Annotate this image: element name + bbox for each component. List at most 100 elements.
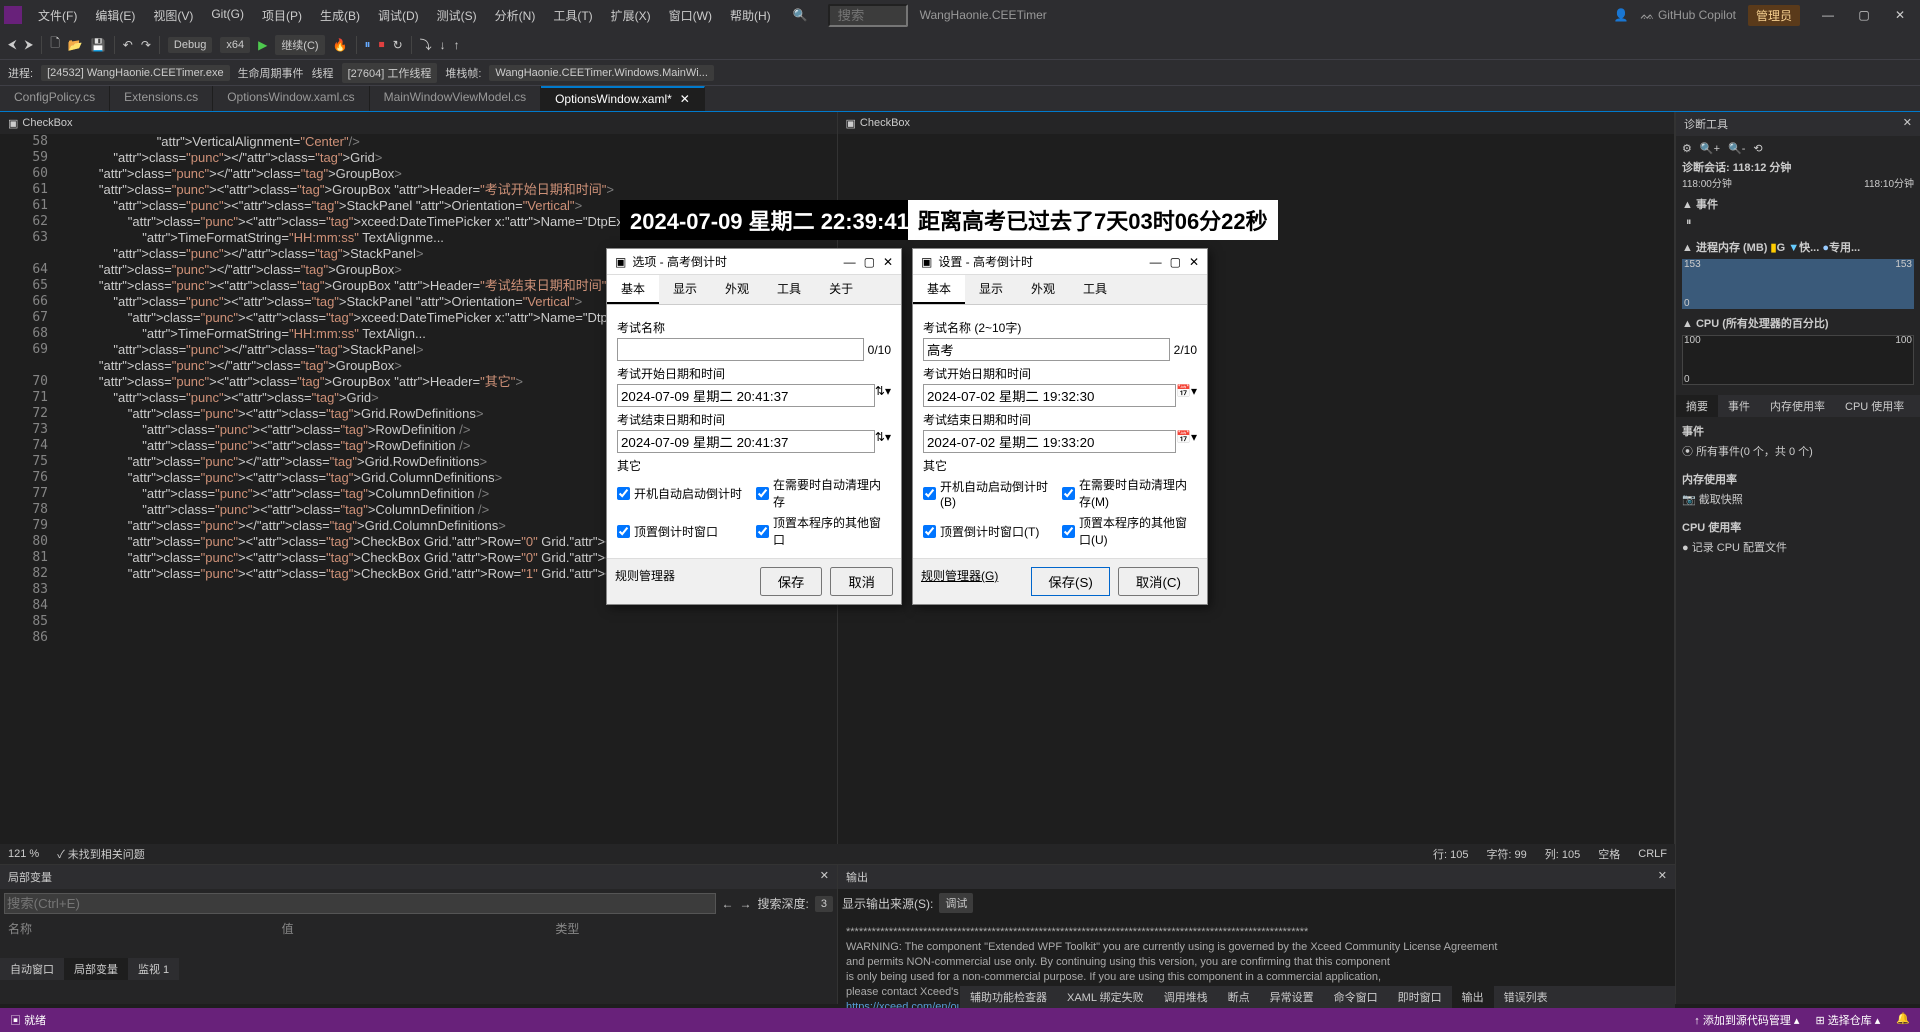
thread-dropdown[interactable]: [27604] 工作线程 xyxy=(342,63,438,83)
dropdown-icon[interactable]: ▾ xyxy=(1191,430,1197,453)
collapse-icon[interactable]: ▣ xyxy=(846,117,856,130)
minimize-button[interactable]: — xyxy=(1812,3,1844,27)
indent-mode[interactable]: 空格 xyxy=(1598,846,1620,862)
tab-auto[interactable]: 自动窗口 xyxy=(0,958,64,980)
col-value[interactable]: 值 xyxy=(282,920,556,937)
diag-tab-cpu[interactable]: CPU 使用率 xyxy=(1835,395,1914,417)
select-repo[interactable]: ⊞ 选择仓库 ▴ xyxy=(1815,1012,1880,1028)
pause-icon[interactable]: ⏸ xyxy=(365,37,371,52)
spinner-icon[interactable]: ⇅ xyxy=(875,384,885,407)
stack-dropdown[interactable]: WangHaonie.CEETimer.Windows.MainWi... xyxy=(489,65,714,81)
cancel-button[interactable]: 取消(C) xyxy=(1118,567,1199,596)
chk-cleanmem[interactable] xyxy=(1062,487,1075,500)
chk-topmost[interactable] xyxy=(923,525,936,538)
dlg1-tab-about[interactable]: 关于 xyxy=(815,275,867,304)
start-datetime[interactable] xyxy=(923,384,1176,407)
menu-window[interactable]: 窗口(W) xyxy=(661,3,720,28)
rules-link[interactable]: 规则管理器(G) xyxy=(921,567,998,596)
diag-tab-memory[interactable]: 内存使用率 xyxy=(1760,395,1835,417)
menu-extensions[interactable]: 扩展(X) xyxy=(603,3,659,28)
source-control[interactable]: ↑ 添加到源代码管理 ▴ xyxy=(1694,1012,1799,1028)
diag-tab-summary[interactable]: 摘要 xyxy=(1676,395,1718,417)
chk-topmost[interactable] xyxy=(617,525,630,538)
end-datetime[interactable] xyxy=(617,430,875,453)
exam-name-input[interactable] xyxy=(923,338,1170,361)
zoom-out-icon[interactable]: 🔍- xyxy=(1728,142,1745,155)
search-prev-icon[interactable]: ← xyxy=(722,897,734,911)
zoom-reset-icon[interactable]: ⟲ xyxy=(1753,142,1762,155)
dlg-max-icon[interactable]: ▢ xyxy=(1170,255,1181,269)
menu-file[interactable]: 文件(F) xyxy=(30,3,85,28)
copilot-link[interactable]: ᨐ GitHub Copilot xyxy=(1640,8,1736,23)
menu-analyze[interactable]: 分析(N) xyxy=(487,3,544,28)
continue-button[interactable]: 继续(C) xyxy=(275,35,324,55)
dlg-min-icon[interactable]: — xyxy=(844,255,856,269)
btab-errors[interactable]: 错误列表 xyxy=(1494,986,1558,1008)
chk-topother[interactable] xyxy=(1062,525,1075,538)
spinner-icon[interactable]: ⇅ xyxy=(875,430,885,453)
rules-link[interactable]: 规则管理器 xyxy=(615,567,675,596)
tab-optionswindow-cs[interactable]: OptionsWindow.xaml.cs xyxy=(213,86,369,111)
stop-icon[interactable]: ⏹ xyxy=(379,37,385,52)
dlg1-tab-appearance[interactable]: 外观 xyxy=(711,275,763,304)
tab-extensions[interactable]: Extensions.cs xyxy=(110,86,213,111)
start-datetime[interactable] xyxy=(617,384,875,407)
open-icon[interactable]: 📂 xyxy=(68,38,83,52)
memory-chart[interactable] xyxy=(1682,259,1914,309)
dropdown-icon[interactable]: ▾ xyxy=(885,430,891,453)
dlg-close-icon[interactable]: ✕ xyxy=(883,255,893,269)
process-dropdown[interactable]: [24532] WangHaonie.CEETimer.exe xyxy=(41,65,230,81)
panel-close-icon[interactable]: ✕ xyxy=(1658,869,1667,885)
output-source-dropdown[interactable]: 调试 xyxy=(939,893,973,913)
tab-close-icon[interactable]: ✕ xyxy=(680,92,690,106)
chk-autostart[interactable] xyxy=(617,487,630,500)
nav-back-icon[interactable]: ⮜ xyxy=(8,37,17,52)
menu-test[interactable]: 测试(S) xyxy=(429,3,485,28)
cpu-chart[interactable] xyxy=(1682,335,1914,385)
menu-view[interactable]: 视图(V) xyxy=(145,3,201,28)
dlg-max-icon[interactable]: ▢ xyxy=(864,255,875,269)
nav-fwd-icon[interactable]: ⮞ xyxy=(25,37,34,52)
new-icon[interactable]: 🗋 xyxy=(50,34,60,55)
user-avatar-icon[interactable]: 👤 xyxy=(1614,8,1629,22)
diag-settings-icon[interactable]: ⚙ xyxy=(1682,142,1692,155)
ev-all[interactable]: 所有事件(0 个，共 0 个) xyxy=(1696,446,1813,458)
search-input[interactable] xyxy=(828,4,908,27)
menu-help[interactable]: 帮助(H) xyxy=(722,3,779,28)
tab-optionswindow-xaml[interactable]: OptionsWindow.xaml*✕ xyxy=(541,86,705,111)
pause-events-icon[interactable]: ⏸ xyxy=(1686,216,1692,228)
btab-immediate[interactable]: 即时窗口 xyxy=(1388,986,1452,1008)
menu-project[interactable]: 项目(P) xyxy=(254,3,310,28)
search-icon[interactable]: 🔍 xyxy=(793,8,808,22)
tab-mainwindowviewmodel[interactable]: MainWindowViewModel.cs xyxy=(370,86,542,111)
dlg2-tab-display[interactable]: 显示 xyxy=(965,275,1017,304)
line-ending[interactable]: CRLF xyxy=(1638,848,1667,860)
menu-build[interactable]: 生成(B) xyxy=(312,3,368,28)
save-icon[interactable]: 💾 xyxy=(91,38,106,52)
zoom-in-icon[interactable]: 🔍+ xyxy=(1700,142,1720,155)
collapse-icon[interactable]: ▣ xyxy=(8,117,18,130)
btab-output[interactable]: 输出 xyxy=(1452,986,1494,1008)
btab-xaml[interactable]: XAML 绑定失败 xyxy=(1057,986,1154,1008)
dlg2-tab-tools[interactable]: 工具 xyxy=(1069,275,1121,304)
panel-close-icon[interactable]: ✕ xyxy=(1903,116,1912,132)
calendar-icon[interactable]: 📅 xyxy=(1176,430,1191,453)
end-datetime[interactable] xyxy=(923,430,1176,453)
mu-snap[interactable]: 截取快照 xyxy=(1699,494,1743,506)
menu-debug[interactable]: 调试(D) xyxy=(370,3,427,28)
platform-dropdown[interactable]: x64 xyxy=(220,37,250,53)
btab-a11y[interactable]: 辅助功能检查器 xyxy=(960,986,1057,1008)
maximize-button[interactable]: ▢ xyxy=(1848,3,1880,27)
chk-cleanmem[interactable] xyxy=(756,487,769,500)
depth-dropdown[interactable]: 3 xyxy=(815,896,833,912)
breadcrumb-item[interactable]: CheckBox xyxy=(860,117,910,129)
dlg1-tab-tools[interactable]: 工具 xyxy=(763,275,815,304)
hot-reload-icon[interactable]: 🔥 xyxy=(333,38,348,52)
btab-callstack[interactable]: 调用堆栈 xyxy=(1154,986,1218,1008)
dlg-min-icon[interactable]: — xyxy=(1150,255,1162,269)
col-type[interactable]: 类型 xyxy=(555,920,829,937)
start-icon[interactable]: ▶ xyxy=(258,38,267,52)
lifecycle-dropdown[interactable]: 生命周期事件 xyxy=(238,65,304,81)
menu-git[interactable]: Git(G) xyxy=(203,3,252,28)
undo-icon[interactable]: ↶ xyxy=(123,38,133,52)
